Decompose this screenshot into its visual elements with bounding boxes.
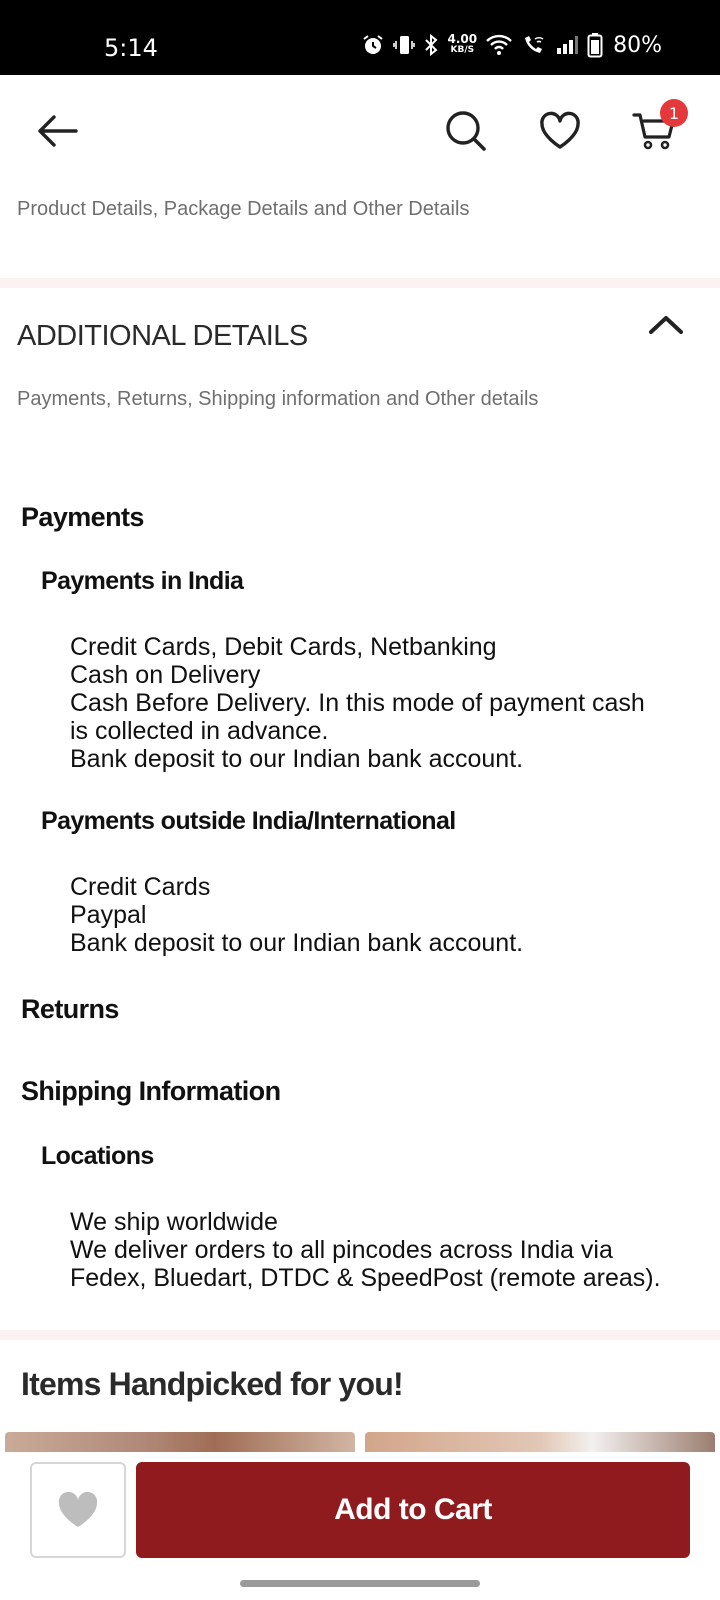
list-item: is collected in advance. xyxy=(70,717,329,745)
product-details-subtitle: Product Details, Package Details and Oth… xyxy=(17,198,470,220)
net-speed: 4.00 KB/S xyxy=(447,32,478,56)
status-bar: 5:14 4.00 KB/S 80% xyxy=(0,0,720,75)
app-header: 1 xyxy=(0,75,720,185)
locations-list: We ship worldwide We deliver orders to a… xyxy=(70,1208,661,1292)
status-time: 5:14 xyxy=(104,34,158,62)
list-item: Cash Before Delivery. In this mode of pa… xyxy=(70,689,645,717)
add-to-cart-button[interactable]: Add to Cart xyxy=(136,1462,690,1558)
alarm-icon xyxy=(361,33,385,57)
list-item: We ship worldwide xyxy=(70,1208,278,1236)
home-indicator[interactable] xyxy=(240,1580,480,1587)
list-item: Bank deposit to our Indian bank account. xyxy=(70,929,524,957)
wifi-icon xyxy=(485,33,513,57)
additional-details-subtitle: Payments, Returns, Shipping information … xyxy=(17,388,539,410)
list-item: We deliver orders to all pincodes across… xyxy=(70,1236,613,1264)
payments-india-heading: Payments in India xyxy=(41,567,244,595)
bottom-action-bar: Add to Cart xyxy=(0,1452,720,1600)
collapse-toggle[interactable] xyxy=(640,304,692,344)
back-arrow-icon xyxy=(38,115,78,147)
shipping-heading: Shipping Information xyxy=(21,1076,281,1106)
list-item: Credit Cards xyxy=(70,873,211,901)
battery-percent: 80% xyxy=(613,32,662,58)
locations-heading: Locations xyxy=(41,1142,154,1170)
bluetooth-icon xyxy=(423,33,439,57)
wifi-calling-icon xyxy=(521,33,547,57)
payments-india-list: Credit Cards, Debit Cards, Netbanking Ca… xyxy=(70,633,645,773)
returns-heading: Returns xyxy=(21,994,119,1024)
wishlist-button[interactable] xyxy=(532,103,588,159)
back-button[interactable] xyxy=(28,103,84,159)
status-icons: 4.00 KB/S 80% xyxy=(361,32,662,58)
chevron-up-icon xyxy=(649,316,683,334)
list-item: Paypal xyxy=(70,901,147,929)
list-item: Cash on Delivery xyxy=(70,661,261,689)
net-speed-unit: KB/S xyxy=(450,45,475,55)
additional-details-title[interactable]: ADDITIONAL DETAILS xyxy=(17,320,308,353)
cart-count-badge: 1 xyxy=(660,99,688,127)
payments-international-heading: Payments outside India/International xyxy=(41,807,456,835)
list-item: Credit Cards, Debit Cards, Netbanking xyxy=(70,633,497,661)
list-item: Bank deposit to our Indian bank account. xyxy=(70,745,524,773)
list-item: Fedex, Bluedart, DTDC & SpeedPost (remot… xyxy=(70,1264,661,1292)
vibrate-icon xyxy=(393,33,416,57)
handpicked-title: Items Handpicked for you! xyxy=(21,1366,404,1402)
section-divider xyxy=(0,1330,720,1340)
search-icon xyxy=(446,111,486,151)
search-button[interactable] xyxy=(438,103,494,159)
net-speed-value: 4.00 xyxy=(447,32,478,46)
cart-button[interactable]: 1 xyxy=(626,99,688,159)
section-divider xyxy=(0,278,720,288)
heart-filled-icon xyxy=(58,1491,98,1527)
battery-icon xyxy=(587,32,603,58)
heart-icon xyxy=(540,111,580,149)
payments-international-list: Credit Cards Paypal Bank deposit to our … xyxy=(70,873,523,957)
add-to-wishlist-button[interactable] xyxy=(30,1462,126,1558)
signal-icon xyxy=(555,33,579,57)
payments-heading: Payments xyxy=(21,502,144,532)
